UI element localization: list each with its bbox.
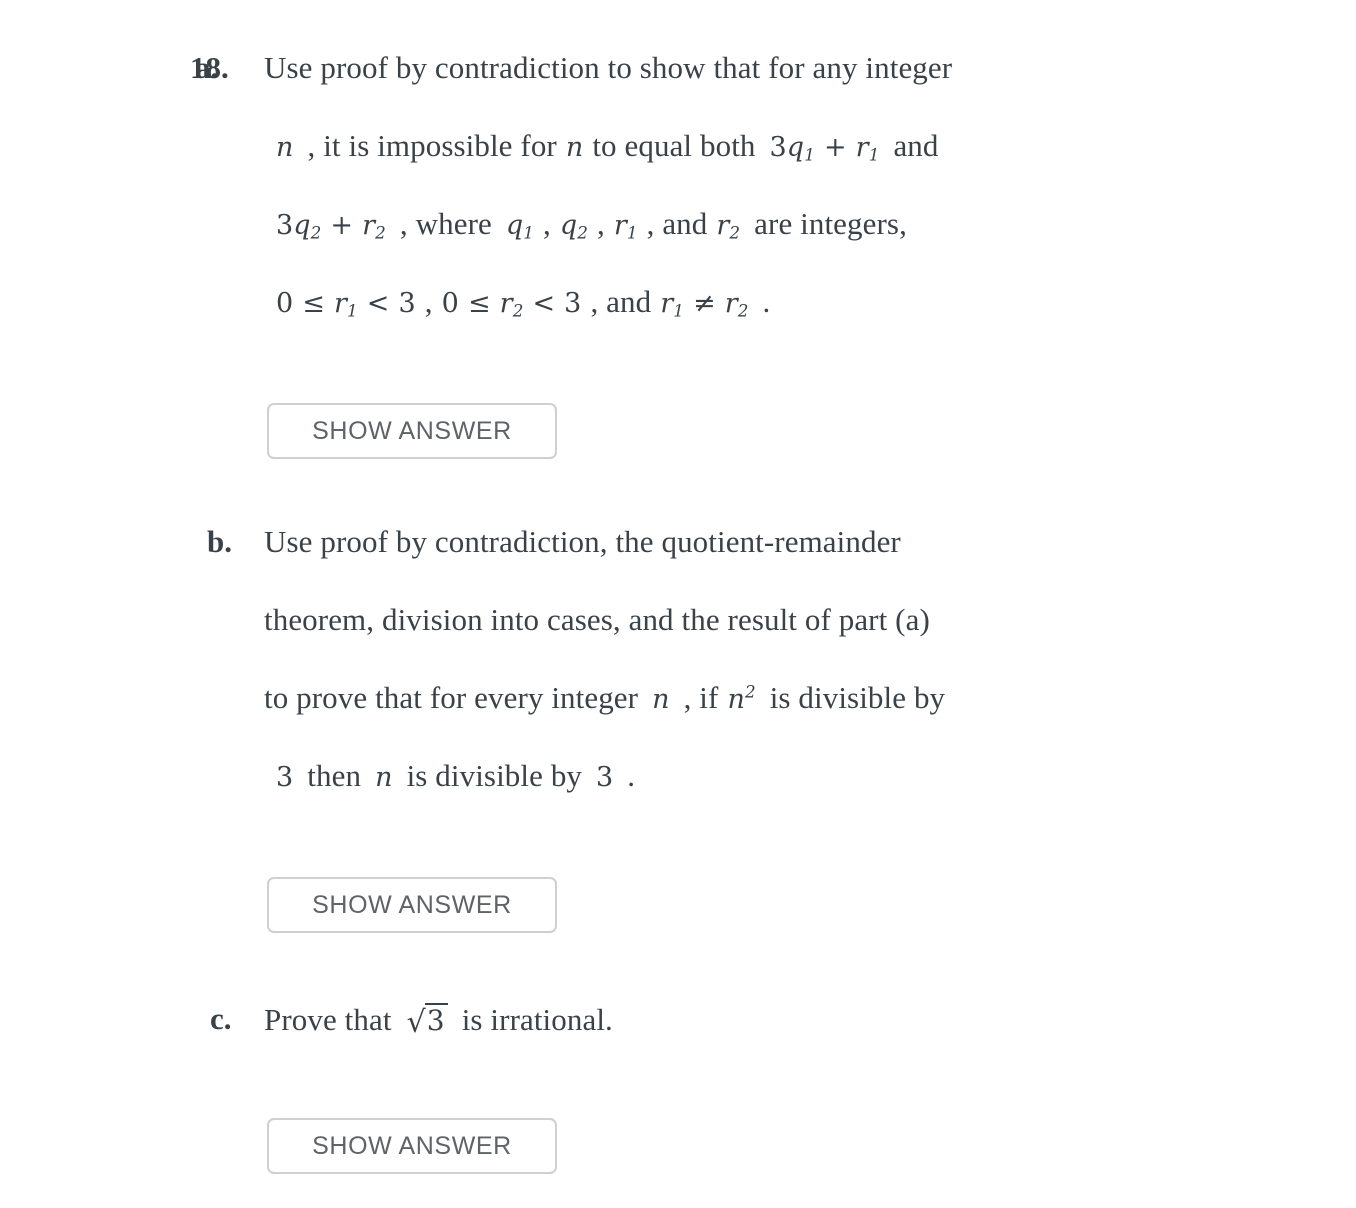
part-b-line-3: to prove that for every integer n , if n2 is… bbox=[264, 682, 945, 713]
part-a-line2-mid: to equal both bbox=[592, 128, 756, 163]
part-label-c: c. bbox=[210, 1001, 232, 1036]
part-c-line1-pre: Prove that bbox=[264, 1002, 392, 1037]
math-ineq-r1: 0 ≤ r1 <3 bbox=[276, 288, 416, 321]
part-label-a: a. bbox=[195, 50, 219, 85]
math-r1-neq-r2: r1 ≠ r2 bbox=[660, 288, 749, 321]
part-a-line-3: 3q2 + r2, where q1, q2, r1, and r2 are integers… bbox=[276, 206, 907, 243]
part-b-line3-mid: , if bbox=[683, 680, 719, 715]
part-a-line-1: Use proof by contradiction to show that … bbox=[264, 50, 953, 85]
period-b: . bbox=[627, 758, 636, 793]
show-answer-button-a[interactable]: SHOW ANSWER bbox=[267, 403, 557, 459]
part-a-line3-tail: are integers, bbox=[754, 206, 907, 241]
math-n-4: n bbox=[375, 762, 393, 793]
part-b-line4-then: then bbox=[307, 758, 362, 793]
math-n-squared: n2 bbox=[727, 681, 756, 715]
math-r2: r2 bbox=[716, 210, 741, 243]
math-r1: r1 bbox=[613, 210, 638, 243]
math-3q1-plus-r1: 3q1 + r1 bbox=[769, 132, 880, 165]
part-b-line-1: Use proof by contradiction, the quotient… bbox=[264, 524, 901, 559]
math-q2: q2 bbox=[559, 210, 588, 243]
part-b-line-4: 3 then n is divisible by 3. bbox=[276, 760, 635, 791]
part-a-line3-pre: , where bbox=[399, 206, 492, 241]
part-a-line2-pre: , it is impossible for bbox=[307, 128, 557, 163]
part-b-line3-pre: to prove that for every integer bbox=[264, 680, 639, 715]
part-label-b: b. bbox=[207, 524, 232, 559]
part-c-line1-post: is irrational. bbox=[461, 1002, 613, 1037]
math-three-2: 3 bbox=[596, 762, 614, 793]
part-a-line4-and: , and bbox=[590, 284, 652, 319]
math-n-3: n bbox=[652, 684, 670, 715]
period-a: . bbox=[762, 284, 771, 319]
part-a-line3-post: , and bbox=[646, 206, 708, 241]
part-a-line-2: n , it is impossible for n to equal both 3q1… bbox=[276, 128, 939, 165]
math-q1: q1 bbox=[505, 210, 534, 243]
part-a-line2-post: and bbox=[893, 128, 939, 163]
math-three-1: 3 bbox=[276, 762, 294, 793]
math-n: n bbox=[276, 132, 294, 163]
part-c-line-1: Prove that √3 is irrational. bbox=[264, 1003, 613, 1038]
comma-3: , bbox=[424, 284, 433, 319]
show-answer-button-b[interactable]: SHOW ANSWER bbox=[267, 877, 557, 933]
math-sqrt-3: √3 bbox=[406, 1003, 448, 1038]
part-a-line-4: 0 ≤ r1 <3, 0 ≤ r2 <3, and r1 ≠ r2. bbox=[276, 284, 771, 321]
part-b-line-2: theorem, division into cases, and the re… bbox=[264, 602, 930, 637]
part-b-line3-post: is divisible by bbox=[769, 680, 946, 715]
part-b-line4-post: is divisible by bbox=[406, 758, 583, 793]
comma-1: , bbox=[543, 206, 551, 241]
math-n-2: n bbox=[565, 132, 584, 163]
problem-page: 18. a. Use proof by contradiction to sho… bbox=[0, 0, 1356, 1208]
show-answer-button-c[interactable]: SHOW ANSWER bbox=[267, 1118, 557, 1174]
comma-2: , bbox=[597, 206, 605, 241]
math-ineq-r2: 0 ≤ r2 <3 bbox=[441, 288, 582, 321]
math-3q2-plus-r2: 3q2 + r2 bbox=[276, 210, 386, 243]
